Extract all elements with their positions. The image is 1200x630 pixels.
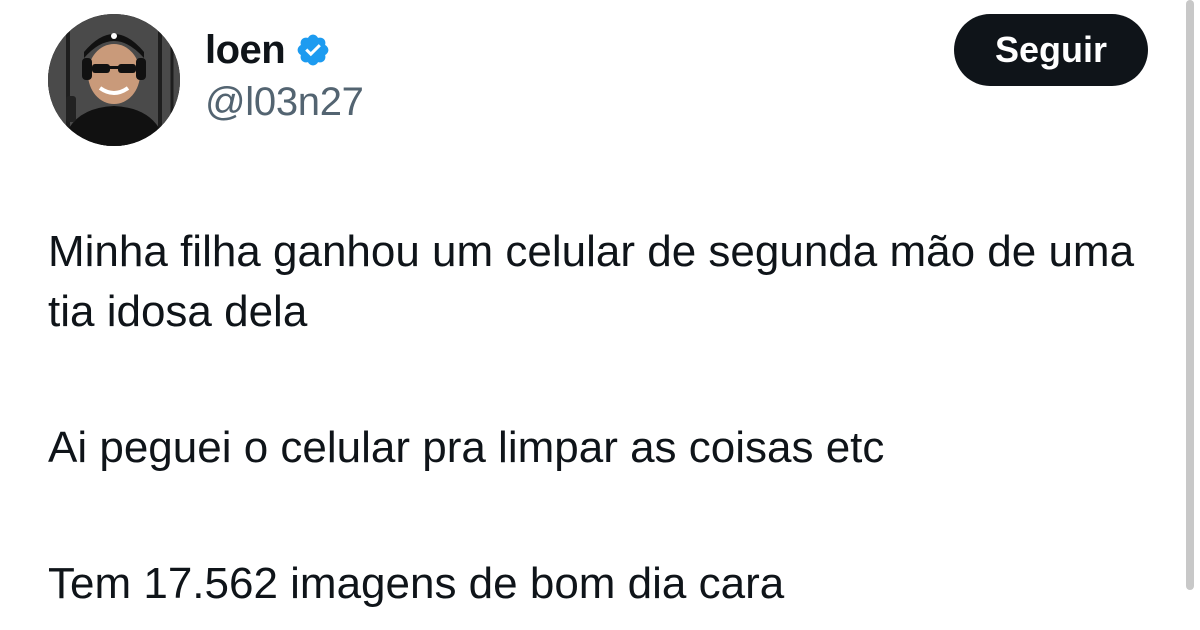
tweet-paragraph: Minha filha ganhou um celular de segunda…	[48, 227, 1135, 336]
scrollbar[interactable]	[1186, 0, 1194, 590]
follow-button[interactable]: Seguir	[954, 14, 1148, 86]
tweet-card: loen @l03n27 Seguir Minha filha ganhou u…	[0, 0, 1200, 630]
avatar-image	[48, 14, 180, 146]
author-handle[interactable]: @l03n27	[205, 80, 364, 125]
author-display-name[interactable]: loen	[205, 28, 286, 73]
tweet-paragraph: Ai peguei o celular pra limpar as coisas…	[48, 423, 885, 472]
tweet-paragraph: Tem 17.562 imagens de bom dia cara	[48, 559, 785, 608]
verified-badge-icon[interactable]	[295, 32, 331, 68]
tweet-body: Minha filha ganhou um celular de segunda…	[48, 222, 1168, 614]
avatar[interactable]	[48, 14, 180, 146]
author-name-row: loen	[205, 26, 331, 74]
